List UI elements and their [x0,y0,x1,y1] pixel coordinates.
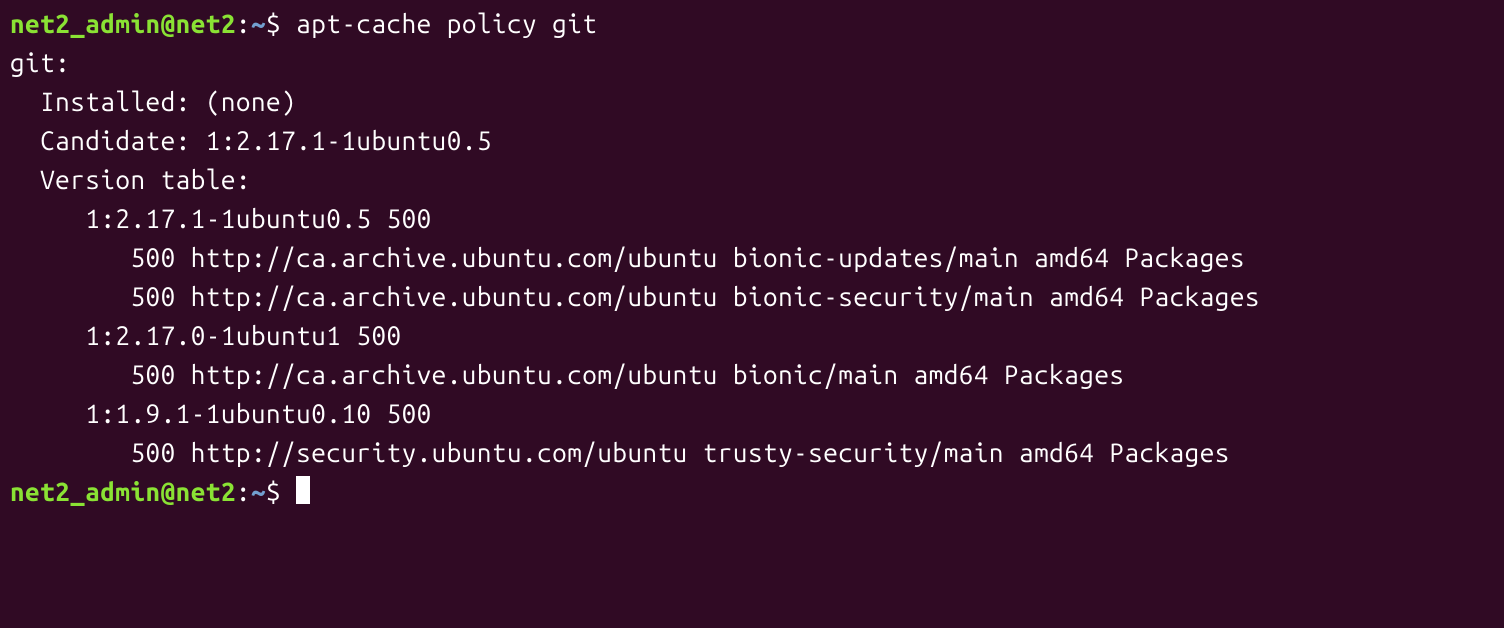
output-line: 500 http://ca.archive.ubuntu.com/ubuntu … [10,360,1124,389]
prompt-path: ~ [251,477,266,506]
output-line: 1:2.17.1-1ubuntu0.5 500 [10,204,432,233]
output-line: 1:2.17.0-1ubuntu1 500 [10,321,402,350]
terminal-window[interactable]: net2_admin@net2:~$ apt-cache policy git … [10,4,1494,511]
output-line: Version table: [10,165,251,194]
output-line: 500 http://ca.archive.ubuntu.com/ubuntu … [10,282,1260,311]
output-line: Candidate: 1:2.17.1-1ubuntu0.5 [10,126,492,155]
prompt-colon: : [236,477,251,506]
prompt-userhost: net2_admin@net2 [10,9,236,38]
prompt-colon: : [236,9,251,38]
prompt-line-1: net2_admin@net2:~$ apt-cache policy git [10,9,597,38]
prompt-path: ~ [251,9,266,38]
cursor-block [296,476,310,504]
prompt-line-2: net2_admin@net2:~$ [10,477,296,506]
output-line: git: [10,48,70,77]
prompt-userhost: net2_admin@net2 [10,477,236,506]
prompt-dollar: $ [266,9,296,38]
prompt-dollar: $ [266,477,296,506]
command-text: apt-cache policy git [296,9,597,38]
output-line: 500 http://security.ubuntu.com/ubuntu tr… [10,438,1230,467]
output-line: Installed: (none) [10,87,296,116]
output-line: 1:1.9.1-1ubuntu0.10 500 [10,399,432,428]
output-line: 500 http://ca.archive.ubuntu.com/ubuntu … [10,243,1245,272]
